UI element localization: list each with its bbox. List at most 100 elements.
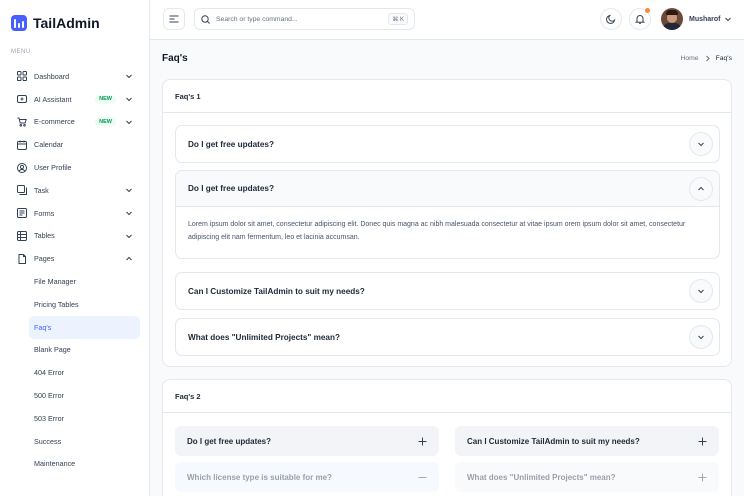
expand-button[interactable]	[689, 279, 713, 303]
search-icon	[201, 14, 210, 24]
sidebar-subitem-404-error[interactable]: 404 Error	[10, 361, 140, 384]
brand-logo[interactable]: TailAdmin	[11, 15, 100, 31]
user-menu[interactable]: Musharof	[661, 8, 732, 30]
sidebar: TailAdmin MENU Dashboard AI Assistant NE…	[0, 0, 150, 496]
sidebar-item-label: Tables	[34, 231, 55, 241]
sidebar-subitem-label: Faq's	[34, 322, 52, 332]
faq-question-row[interactable]: Can I Customize TailAdmin to suit my nee…	[176, 273, 719, 309]
faq-card-2: Faq's 2 Do I get free updates? Can I Cus…	[162, 379, 732, 496]
faq-question: Do I get free updates?	[187, 436, 272, 446]
sidebar-subitem-label: 503 Error	[34, 413, 64, 423]
menu-label: MENU	[11, 49, 31, 55]
chevron-up-icon	[698, 186, 704, 190]
faq-question-row[interactable]: Do I get free updates?	[176, 171, 719, 207]
chevron-down-icon	[126, 211, 132, 216]
breadcrumb: Home Faq's	[680, 55, 732, 62]
card-title: Faq's 1	[163, 80, 731, 113]
search-placeholder: Search or type command...	[216, 15, 298, 23]
sidebar-item-label: Forms	[34, 208, 55, 218]
forms-icon	[17, 208, 27, 219]
sidebar-subitem-blank-page[interactable]: Blank Page	[10, 339, 140, 362]
new-badge: NEW	[95, 117, 116, 127]
collapse-button[interactable]	[689, 176, 713, 201]
sidebar-item-label: Pages	[34, 254, 55, 264]
table-icon	[17, 230, 27, 241]
page-title: Faq's	[162, 53, 188, 64]
sidebar-subitem-success[interactable]: Success	[10, 430, 140, 453]
faq-item[interactable]: Do I get free updates?	[175, 426, 439, 456]
faq-item[interactable]: Do I get free updates?	[175, 125, 720, 163]
chevron-right-icon	[705, 55, 710, 62]
chevron-down-icon	[126, 97, 132, 102]
faq-question: Which license type is suitable for me?	[187, 472, 332, 482]
sidebar-toggle-button[interactable]	[163, 8, 185, 30]
sidebar-subitem-label: File Manager	[34, 277, 76, 287]
expand-button[interactable]	[689, 325, 713, 349]
plus-icon[interactable]	[698, 473, 707, 482]
chevron-down-icon	[698, 289, 704, 294]
sidebar-item-ecommerce[interactable]: E-commerce NEW	[10, 111, 140, 134]
sidebar-item-pages[interactable]: Pages	[10, 247, 140, 270]
sidebar-subitem-label: Pricing Tables	[34, 299, 79, 309]
sidebar-item-label: E-commerce	[34, 117, 75, 127]
notification-dot	[645, 8, 650, 13]
sidebar-item-dashboard[interactable]: Dashboard	[10, 65, 140, 88]
sidebar-item-tables[interactable]: Tables	[10, 225, 140, 248]
faq-item[interactable]: Can I Customize TailAdmin to suit my nee…	[175, 272, 720, 310]
notifications-button[interactable]	[629, 8, 651, 30]
sidebar-item-label: Calendar	[34, 140, 64, 150]
faq-question: What does "Unlimited Projects" mean?	[188, 332, 340, 342]
sidebar-subitem-file-manager[interactable]: File Manager	[10, 270, 140, 293]
expand-button[interactable]	[689, 132, 713, 156]
search-input[interactable]: Search or type command... ⌘ K	[194, 8, 415, 30]
faq-item[interactable]: Can I Customize TailAdmin to suit my nee…	[455, 426, 719, 456]
sidebar-item-label: AI Assistant	[34, 94, 72, 104]
card-title: Faq's 2	[163, 380, 731, 413]
sidebar-item-forms[interactable]: Forms	[10, 202, 140, 225]
sidebar-subitem-label: Blank Page	[34, 345, 71, 355]
breadcrumb-home-link[interactable]: Home	[680, 55, 698, 62]
breadcrumb-current: Faq's	[715, 55, 732, 62]
sidebar-subitem-label: Success	[34, 436, 62, 446]
cart-icon	[17, 117, 27, 127]
sidebar-item-user-profile[interactable]: User Profile	[10, 156, 140, 179]
plus-icon[interactable]	[698, 437, 707, 446]
faq-item[interactable]: Which license type is suitable for me?	[175, 462, 439, 492]
minus-icon[interactable]	[418, 473, 427, 482]
faq-answer: Lorem ipsum dolor sit amet, consectetur …	[188, 221, 686, 241]
sidebar-item-calendar[interactable]: Calendar	[10, 133, 140, 156]
faq-card-1: Faq's 1 Do I get free updates? Do I get …	[162, 79, 732, 367]
sidebar-subitem-label: 500 Error	[34, 391, 64, 401]
sidebar-item-label: User Profile	[34, 163, 72, 173]
sidebar-subitem-label: Maintenance	[34, 459, 76, 469]
sidebar-subitem-maintenance[interactable]: Maintenance	[10, 453, 140, 476]
sidebar-subitem-pricing-tables[interactable]: Pricing Tables	[10, 293, 140, 316]
pages-icon	[17, 253, 27, 264]
dark-mode-toggle[interactable]	[600, 8, 622, 30]
chevron-down-icon	[698, 142, 704, 147]
brand-name: TailAdmin	[33, 15, 100, 31]
faq-item-open[interactable]: Do I get free updates? Lorem ipsum dolor…	[175, 170, 720, 259]
plus-icon[interactable]	[418, 437, 427, 446]
chevron-down-icon	[724, 17, 731, 22]
faq-item[interactable]: What does "Unlimited Projects" mean?	[455, 462, 719, 492]
faq-question-row[interactable]: Do I get free updates?	[176, 126, 719, 162]
sparkle-icon	[17, 94, 27, 104]
chevron-down-icon	[698, 335, 704, 340]
calendar-icon	[17, 140, 27, 150]
faq-question: Can I Customize TailAdmin to suit my nee…	[188, 286, 365, 296]
chevron-up-icon	[126, 256, 132, 261]
sidebar-item-task[interactable]: Task	[10, 179, 140, 202]
sidebar-subitem-503-error[interactable]: 503 Error	[10, 407, 140, 430]
top-header: Search or type command... ⌘ K Musharof	[150, 0, 744, 40]
faq-question-row[interactable]: What does "Unlimited Projects" mean?	[176, 319, 719, 355]
faq-item[interactable]: What does "Unlimited Projects" mean?	[175, 318, 720, 356]
chevron-down-icon	[126, 120, 132, 125]
faq-question: Can I Customize TailAdmin to suit my nee…	[467, 436, 640, 446]
sidebar-item-ai-assistant[interactable]: AI Assistant NEW	[10, 88, 140, 111]
sidebar-subitem-500-error[interactable]: 500 Error	[10, 384, 140, 407]
sidebar-subitem-faqs[interactable]: Faq's	[29, 315, 140, 339]
new-badge: NEW	[95, 94, 116, 104]
bell-icon	[635, 15, 645, 24]
user-circle-icon	[17, 162, 27, 173]
